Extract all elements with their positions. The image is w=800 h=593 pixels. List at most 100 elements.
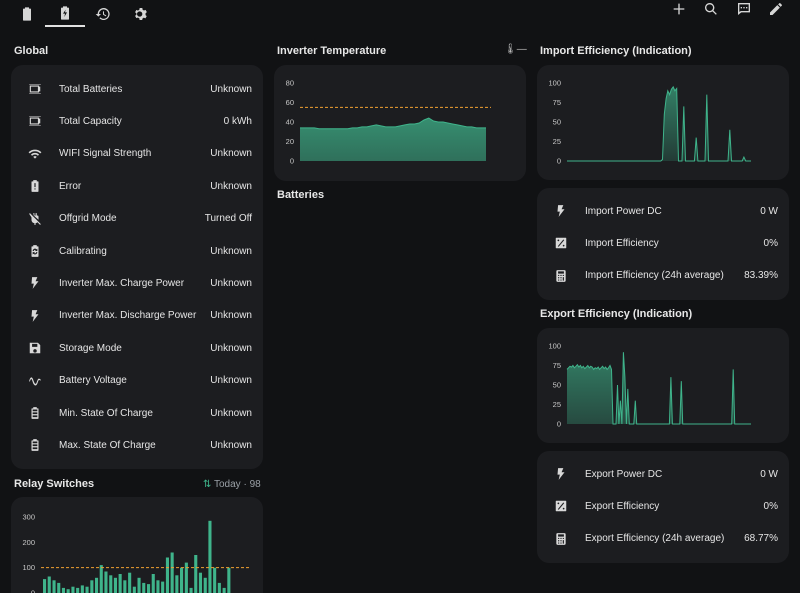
inverter-temperature-card[interactable]: 0 20 40 60 80 [274, 65, 526, 181]
export-row[interactable]: Export Efficiency (24h average) 68.77% [537, 523, 789, 555]
global-value: Unknown [210, 148, 252, 160]
relay-bar [80, 585, 84, 593]
global-value: Unknown [210, 83, 252, 95]
global-row[interactable]: Total Capacity 0 kWh [11, 105, 263, 137]
relay-meta-text: Today · 98 [214, 479, 261, 490]
relay-bar [151, 574, 155, 593]
global-value: Unknown [210, 375, 252, 387]
inverter-temperature-chart: 0 20 40 60 80 [286, 79, 491, 166]
global-value: Unknown [210, 342, 252, 354]
export-title: Export Efficiency (Indication) [540, 308, 693, 320]
global-label: Max. State Of Charge [59, 439, 156, 451]
import-row[interactable]: Import Power DC 0 W [537, 195, 789, 227]
relay-bar [132, 586, 136, 593]
import-row[interactable]: Import Efficiency 0% [537, 227, 789, 259]
tab-batteries[interactable] [7, 0, 47, 27]
global-row[interactable]: Min. State Of Charge Unknown [11, 397, 263, 429]
import-label: Import Power DC [585, 205, 662, 217]
global-row[interactable]: WIFI Signal Strength Unknown [11, 138, 263, 170]
history-icon [95, 6, 111, 22]
tab-battery-status[interactable] [45, 0, 85, 27]
inverter-temperature-tick-label: 0 [290, 157, 294, 166]
import-efficiency-tick-label: 75 [553, 98, 561, 107]
lightning-icon [554, 204, 568, 218]
plus-icon [671, 1, 687, 17]
inverter-temperature-tick-label: 80 [286, 79, 294, 88]
battery-alert-icon [28, 179, 42, 193]
lightning-icon [28, 276, 42, 290]
export-label: Export Power DC [585, 468, 663, 480]
inverter-temperature-tick-label: 40 [286, 118, 294, 127]
relay-tick-label: 300 [22, 513, 35, 522]
export-efficiency-tick-label: 50 [553, 381, 561, 390]
export-label: Export Efficiency (24h average) [585, 533, 725, 545]
relay-bar [175, 575, 179, 593]
global-row[interactable]: Total Batteries Unknown [11, 73, 263, 105]
export-row[interactable]: Export Efficiency 0% [537, 490, 789, 522]
tab-settings[interactable] [121, 0, 161, 27]
global-value: Unknown [210, 245, 252, 257]
inverter-legend: — [516, 44, 527, 55]
relay-bar [137, 577, 141, 593]
relay-bar [113, 577, 117, 593]
search-icon [703, 1, 719, 17]
relay-bar [189, 587, 193, 593]
battery-outline-icon [28, 82, 42, 96]
global-row[interactable]: Inverter Max. Charge Power Unknown [11, 267, 263, 299]
export-entities-card: Export Power DC 0 W Export Efficiency 0% Exp… [537, 451, 789, 563]
add-button[interactable] [665, 0, 693, 18]
relay-bar [128, 572, 132, 593]
global-label: Battery Voltage [59, 375, 127, 387]
inverter-temperature-tick-label: 20 [286, 137, 294, 146]
relay-bar [43, 579, 47, 593]
global-value: Unknown [210, 407, 252, 419]
import-entities-card: Import Power DC 0 W Import Efficiency 0% Imp… [537, 188, 789, 300]
assist-button[interactable] [730, 0, 758, 18]
global-row[interactable]: Inverter Max. Discharge Power Unknown [11, 300, 263, 332]
inverter-title: Inverter Temperature [277, 45, 387, 57]
global-label: Offgrid Mode [59, 213, 117, 225]
export-efficiency-chart: 0 25 50 75 100 [548, 342, 751, 429]
relay-tick-label: 200 [22, 538, 35, 547]
import-value: 0% [763, 237, 778, 249]
export-efficiency-area [567, 352, 751, 424]
thermometer-icon: 🌡— [504, 44, 527, 55]
global-row[interactable]: Max. State Of Charge Unknown [11, 429, 263, 461]
edit-button[interactable] [762, 0, 790, 18]
import-efficiency-tick-label: 50 [553, 118, 561, 127]
relay-bar [203, 577, 207, 593]
global-value: Unknown [210, 180, 252, 192]
import-efficiency-area [567, 86, 751, 161]
relay-bar [71, 586, 75, 593]
import-efficiency-tick-label: 100 [548, 79, 561, 88]
global-row[interactable]: Offgrid Mode Turned Off [11, 203, 263, 235]
import-efficiency-chart: 0 25 50 75 100 [548, 79, 751, 166]
relay-bar [61, 587, 65, 593]
import-efficiency-card[interactable]: 0 25 50 75 100 [537, 65, 789, 180]
relay-bar [95, 577, 99, 593]
global-value: 0 kWh [223, 115, 252, 127]
export-row[interactable]: Export Power DC 0 W [537, 458, 789, 490]
global-card: Total Batteries Unknown Total Capacity 0 kW… [11, 65, 263, 469]
relay-bar [161, 581, 165, 593]
export-efficiency-card[interactable]: 0 25 50 75 100 [537, 328, 789, 443]
inverter-temperature-area [300, 118, 486, 161]
global-row[interactable]: Error Unknown [11, 170, 263, 202]
global-row[interactable]: Calibrating Unknown [11, 235, 263, 267]
import-value: 83.39% [744, 270, 778, 282]
calculator-icon [554, 532, 568, 546]
global-row[interactable]: Battery Voltage Unknown [11, 365, 263, 397]
tab-history[interactable] [83, 0, 123, 27]
import-row[interactable]: Import Efficiency (24h average) 83.39% [537, 260, 789, 292]
relay-card[interactable]: 0 100 200 300 [11, 497, 263, 593]
sine-wave-icon [28, 374, 42, 388]
import-efficiency-tick-label: 0 [557, 157, 561, 166]
global-row[interactable]: Storage Mode Unknown [11, 332, 263, 364]
relay-bar [118, 574, 122, 593]
relay-indicator-icon: ⇅ [203, 479, 212, 490]
lightning-icon [554, 467, 568, 481]
search-button[interactable] [697, 0, 725, 18]
relay-tick-label: 0 [31, 589, 35, 593]
chat-icon [736, 1, 752, 17]
relay-bar [90, 580, 94, 593]
